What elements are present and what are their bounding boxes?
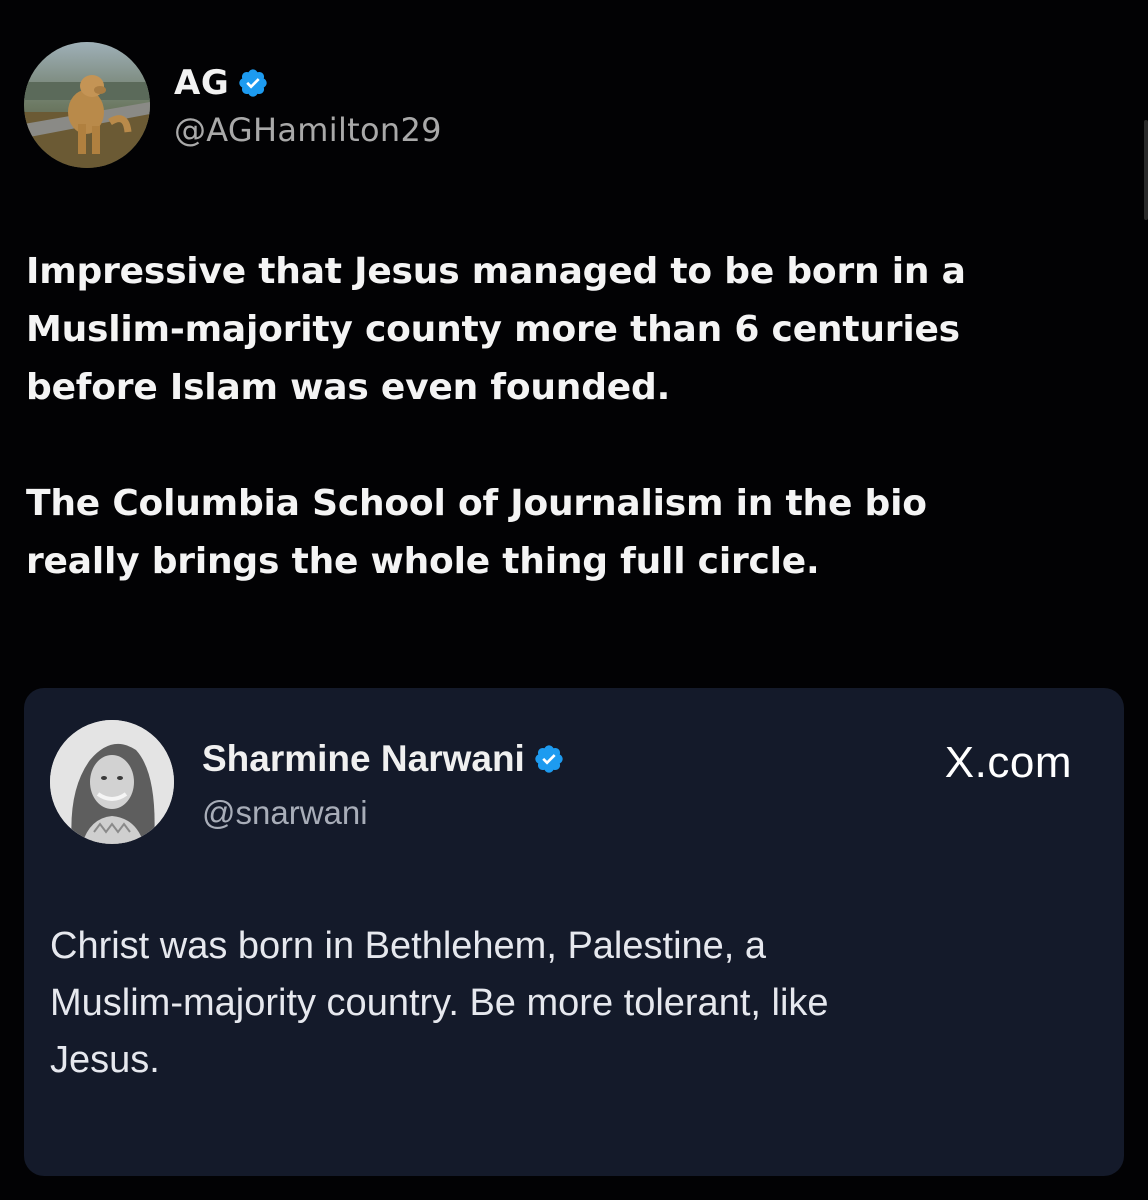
avatar[interactable] <box>24 42 150 168</box>
post-header: AG @AGHamilton29 <box>24 42 442 168</box>
quoted-post-text: Christ was born in Bethlehem, Palestine,… <box>50 918 1100 1089</box>
verified-badge-icon <box>533 743 565 775</box>
screenshot-page: AG @AGHamilton29 Impressive that Jesus m… <box>0 0 1148 1200</box>
quoted-author-block: Sharmine Narwani @snarwani <box>202 736 565 832</box>
author-name-row: AG <box>174 61 442 105</box>
source-label[interactable]: X.com <box>945 738 1072 788</box>
author-name[interactable]: AG <box>174 63 229 103</box>
post-text: Impressive that Jesus managed to be born… <box>26 243 1126 591</box>
scrollbar[interactable] <box>1144 120 1148 220</box>
post-paragraph: The Columbia School of Journalism in the… <box>26 483 927 582</box>
quoted-author-name[interactable]: Sharmine Narwani <box>202 738 525 780</box>
quoted-post-body: Christ was born in Bethlehem, Palestine,… <box>50 925 829 1081</box>
quoted-author-name-row: Sharmine Narwani <box>202 736 565 782</box>
avatar[interactable] <box>50 720 174 844</box>
verified-badge-icon <box>237 67 269 99</box>
quoted-author-handle[interactable]: @snarwani <box>202 794 565 832</box>
author-handle[interactable]: @AGHamilton29 <box>174 111 442 149</box>
author-block: AG @AGHamilton29 <box>174 61 442 149</box>
portrait-photo-icon <box>50 720 174 844</box>
quoted-post-card[interactable]: Sharmine Narwani @snarwani X.com Christ … <box>24 688 1124 1176</box>
post-paragraph: Impressive that Jesus managed to be born… <box>26 251 966 408</box>
dog-photo-icon <box>24 42 150 168</box>
